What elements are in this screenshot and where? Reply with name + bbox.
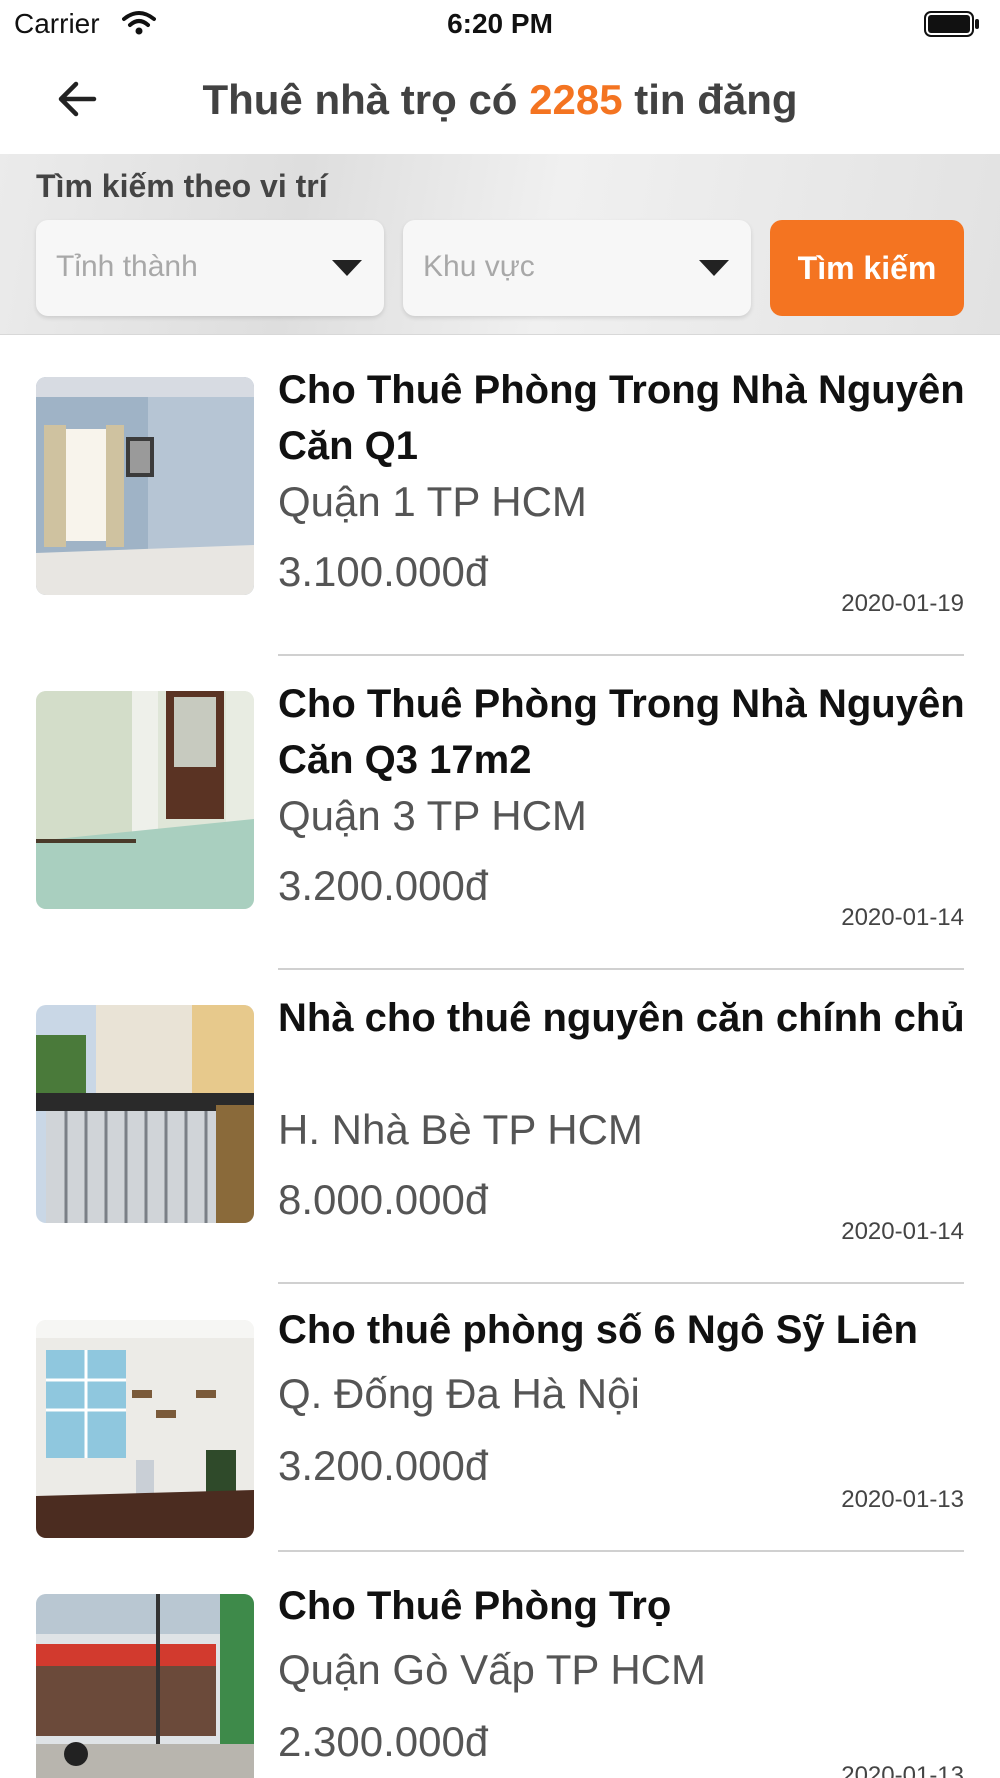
- listing-price: 8.000.000đ: [278, 1176, 489, 1223]
- page-title-suffix: tin đăng: [622, 76, 798, 123]
- listing-count: 2285: [529, 76, 623, 123]
- battery-icon: [924, 11, 980, 37]
- listing-price: 3.100.000đ: [278, 548, 489, 595]
- listing-photo: [36, 691, 254, 909]
- page-title-prefix: Thuê nhà trọ có: [202, 76, 530, 123]
- status-bar: Carrier 6:20 PM: [0, 0, 1000, 50]
- search-panel: Tìm kiếm theo vi trí Tỉnh thành Khu vực …: [0, 154, 1000, 335]
- listing-location: Q. Đống Đa Hà Nội: [278, 1370, 640, 1417]
- listing-photo: [36, 1594, 254, 1778]
- search-label: Tìm kiếm theo vi trí: [36, 168, 328, 204]
- listing-title: Cho Thuê Phòng Trọ: [278, 1584, 672, 1628]
- area-select[interactable]: Khu vực: [403, 220, 751, 316]
- listing-location: Quận Gò Vấp TP HCM: [278, 1646, 706, 1693]
- listing-title: Cho Thuê Phòng Trong Nhà Nguyên Căn Q1: [278, 368, 965, 468]
- listing-title: Nhà cho thuê nguyên căn chính chủ: [278, 996, 965, 1040]
- province-placeholder: Tỉnh thành: [56, 250, 198, 283]
- status-time: 6:20 PM: [447, 8, 553, 39]
- listing-item[interactable]: Nhà cho thuê nguyên căn chính chủ H. Nhà…: [0, 962, 1000, 1284]
- listing-item[interactable]: Cho Thuê Phòng Trong Nhà Nguyên Căn Q3 1…: [0, 648, 1000, 970]
- listing-title: Cho Thuê Phòng Trong Nhà Nguyên Căn Q3 1…: [278, 682, 965, 782]
- listing-price: 2.300.000đ: [278, 1718, 489, 1765]
- listing-location: Quận 1 TP HCM: [278, 478, 587, 525]
- listing-price: 3.200.000đ: [278, 1442, 489, 1489]
- chevron-down-icon: [699, 260, 729, 276]
- listing-date: 2020-01-13: [841, 1486, 964, 1513]
- listing-photo: [36, 1005, 254, 1223]
- listing-date: 2020-01-14: [841, 1218, 964, 1245]
- listing-photo: [36, 1320, 254, 1538]
- listing-item[interactable]: Cho Thuê Phòng Trọ Quận Gò Vấp TP HCM 2.…: [0, 1552, 1000, 1778]
- listing-title: Cho thuê phòng số 6 Ngô Sỹ Liên: [278, 1308, 918, 1352]
- nav-bar: Thuê nhà trọ có 2285 tin đăng: [0, 50, 1000, 154]
- area-placeholder: Khu vực: [423, 250, 535, 283]
- listing-item[interactable]: Cho thuê phòng số 6 Ngô Sỹ Liên Q. Đống …: [0, 1276, 1000, 1552]
- listing-location: Quận 3 TP HCM: [278, 792, 587, 839]
- listing-item[interactable]: Cho Thuê Phòng Trong Nhà Nguyên Căn Q1 Q…: [0, 334, 1000, 656]
- page-title: Thuê nhà trọ có 2285 tin đăng: [0, 76, 1000, 124]
- search-button[interactable]: Tìm kiếm: [770, 220, 964, 316]
- listing-date: 2020-01-14: [841, 904, 964, 931]
- listing-date: 2020-01-19: [841, 590, 964, 617]
- listing-date: 2020-01-13: [841, 1762, 964, 1778]
- listing-photo: [36, 377, 254, 595]
- listing-price: 3.200.000đ: [278, 862, 489, 909]
- province-select[interactable]: Tỉnh thành: [36, 220, 384, 316]
- listing-location: H. Nhà Bè TP HCM: [278, 1106, 643, 1153]
- chevron-down-icon: [332, 260, 362, 276]
